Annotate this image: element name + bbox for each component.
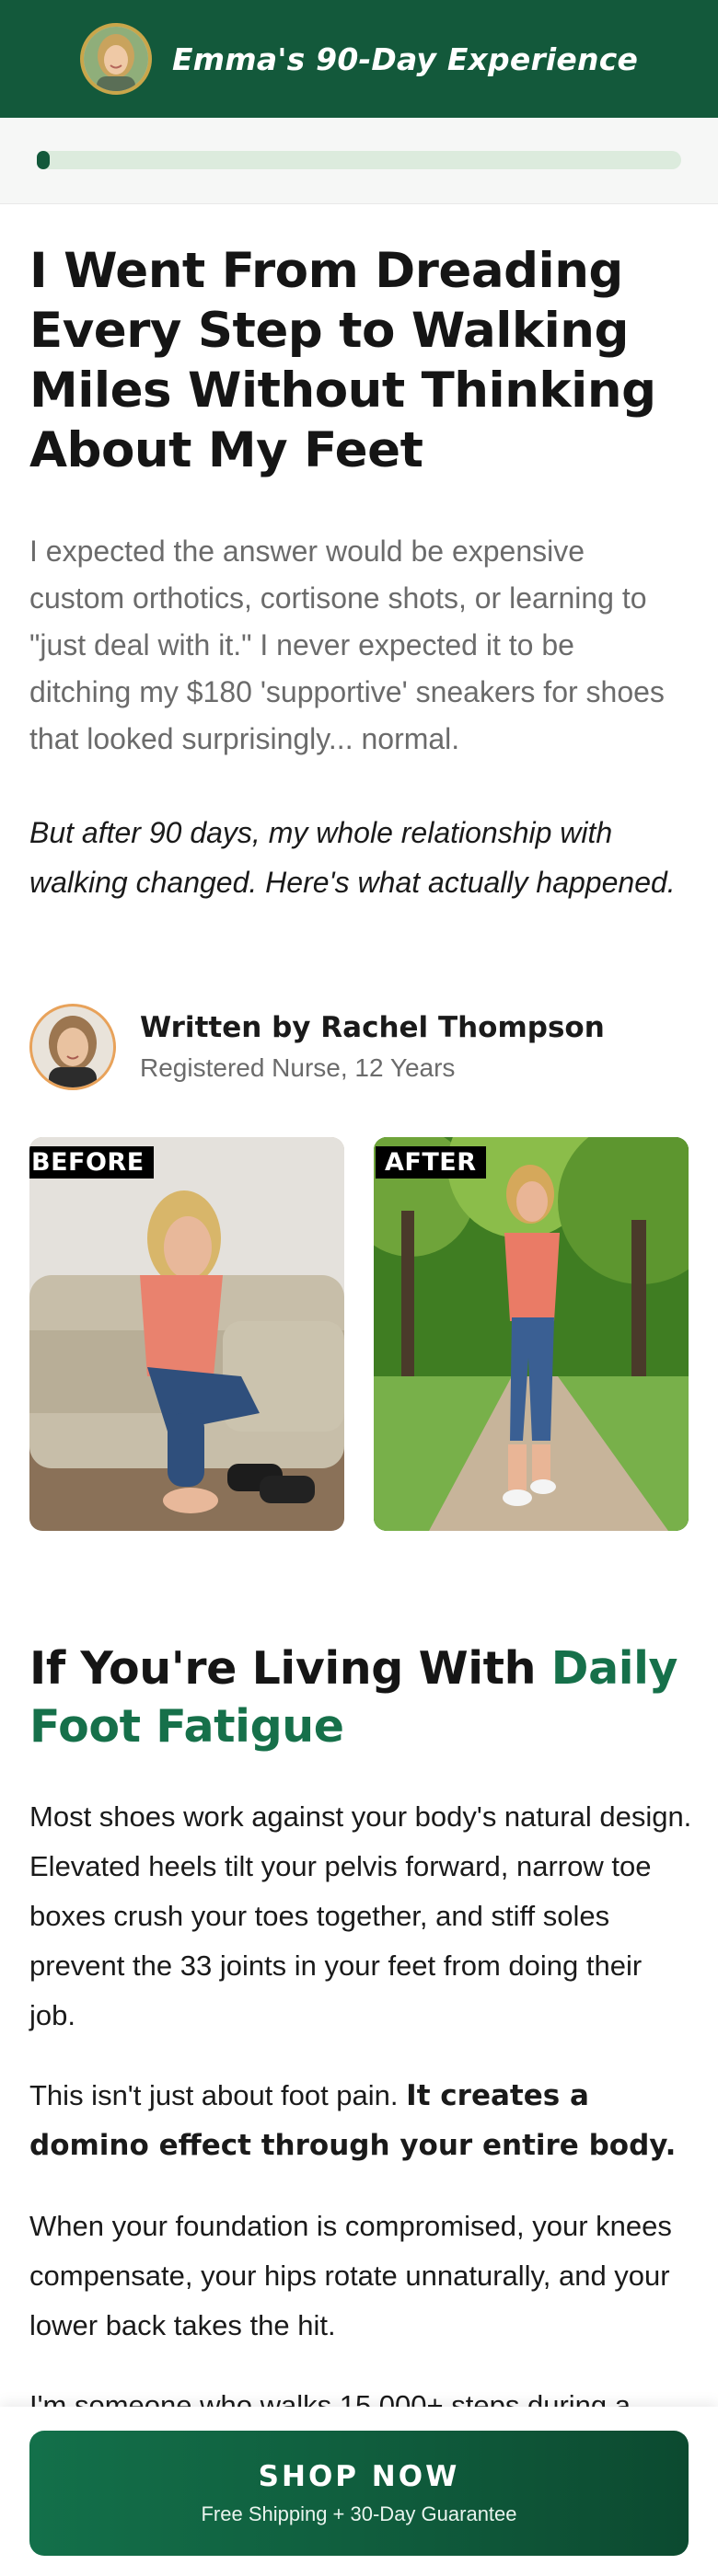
shop-now-label: SHOP NOW: [258, 2460, 460, 2493]
shop-now-sublabel: Free Shipping + 30-Day Guarantee: [201, 2502, 517, 2525]
lead-italic-paragraph: But after 90 days, my whole relationship…: [29, 816, 676, 899]
before-illustration: [29, 1137, 344, 1531]
author-portrait-icon: [32, 1006, 113, 1087]
progress-fill: [37, 151, 50, 169]
after-photo: AFTER: [374, 1137, 689, 1531]
reading-progress: [0, 118, 718, 204]
after-illustration: [374, 1137, 689, 1531]
lead-paragraph: I expected the answer would be expensive…: [29, 535, 665, 755]
woman-portrait-icon: [83, 27, 148, 91]
page-title: I Went From Dreading Every Step to Walki…: [29, 243, 656, 478]
before-photo: BEFORE: [29, 1137, 344, 1531]
body-paragraph-2-text: This isn't just about foot pain.: [29, 2079, 407, 2111]
body-paragraph-2: This isn't just about foot pain. It crea…: [29, 2071, 692, 2170]
author-avatar: [29, 1004, 116, 1090]
before-label: BEFORE: [29, 1146, 154, 1179]
shop-now-button[interactable]: SHOP NOW Free Shipping + 30-Day Guarante…: [29, 2431, 689, 2556]
top-header: Emma's 90-Day Experience: [0, 0, 718, 118]
body-paragraph-1: Most shoes work against your body's natu…: [29, 1800, 692, 2031]
author-role: Registered Nurse, 12 Years: [140, 1053, 456, 1082]
author-name: Written by Rachel Thompson: [140, 1011, 605, 1044]
body-paragraph-3: When your foundation is compromised, you…: [29, 2210, 672, 2341]
author-byline: Written by Rachel Thompson Registered Nu…: [29, 1003, 689, 1091]
section-heading: If You're Living With Daily Foot Fatigue: [29, 1639, 689, 1755]
avatar: [79, 23, 152, 95]
header-title: Emma's 90-Day Experience: [171, 40, 639, 77]
progress-track: [37, 151, 681, 169]
sticky-cta-bar: SHOP NOW Free Shipping + 30-Day Guarante…: [0, 2407, 718, 2576]
after-label: AFTER: [376, 1146, 486, 1179]
section-heading-text: If You're Living With: [29, 1642, 551, 1695]
